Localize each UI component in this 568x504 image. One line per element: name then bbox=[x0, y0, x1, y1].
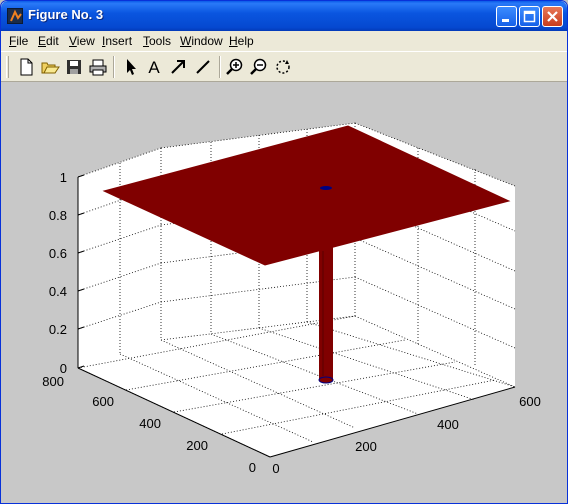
insert-arrow-icon bbox=[171, 60, 185, 74]
menu-view[interactable]: View bbox=[69, 34, 95, 48]
rotate-3d-icon bbox=[276, 60, 290, 74]
toolbar-separator bbox=[113, 56, 115, 78]
x-tick-label: 0 bbox=[272, 461, 279, 476]
insert-line-button[interactable] bbox=[193, 57, 213, 77]
insert-line-icon bbox=[196, 60, 210, 74]
y-tick-label: 600 bbox=[92, 394, 114, 409]
close-button[interactable] bbox=[542, 6, 563, 27]
maximize-button[interactable] bbox=[519, 6, 540, 27]
close-icon bbox=[547, 11, 558, 22]
figure-toolbar: A bbox=[1, 51, 567, 82]
maximize-icon bbox=[523, 10, 536, 23]
z-tick-label: 0.4 bbox=[49, 284, 67, 299]
z-tick-labels: 0 0.2 0.4 0.6 0.8 1 bbox=[49, 170, 67, 376]
zoom-out-icon bbox=[250, 58, 267, 75]
y-tick-label: 200 bbox=[186, 438, 208, 453]
menu-insert[interactable]: Insert bbox=[102, 34, 132, 48]
x-tick-label: 400 bbox=[437, 417, 459, 432]
rotate-3d-button[interactable] bbox=[273, 57, 293, 77]
open-folder-icon bbox=[41, 62, 60, 74]
toolbar-separator bbox=[219, 56, 221, 78]
menu-window[interactable]: Window bbox=[180, 34, 223, 48]
surface-well-bottom bbox=[318, 376, 334, 384]
save-button[interactable] bbox=[64, 57, 84, 77]
select-arrow-icon bbox=[127, 59, 136, 75]
title-bar[interactable]: Figure No. 3 bbox=[1, 1, 567, 31]
edit-plot-button[interactable] bbox=[121, 57, 141, 77]
figure-window: Figure No. 3 File Edit View Insert Tools… bbox=[0, 0, 568, 504]
z-tick-label: 0.8 bbox=[49, 208, 67, 223]
x-tick-label: 200 bbox=[355, 439, 377, 454]
y-tick-label: 800 bbox=[42, 374, 64, 389]
matlab-app-icon[interactable] bbox=[7, 8, 23, 24]
menu-help[interactable]: Help bbox=[229, 34, 254, 48]
svg-text:A: A bbox=[148, 58, 160, 77]
toolbar-grip[interactable] bbox=[6, 56, 9, 78]
minimize-button[interactable] bbox=[496, 6, 517, 27]
window-title: Figure No. 3 bbox=[28, 7, 104, 22]
menu-bar: File Edit View Insert Tools Window Help bbox=[1, 31, 567, 51]
x-tick-label: 600 bbox=[519, 394, 541, 409]
insert-text-button[interactable]: A bbox=[144, 57, 164, 77]
z-tick-label: 0.6 bbox=[49, 246, 67, 261]
zoom-out-button[interactable] bbox=[249, 57, 269, 77]
surface-well-column bbox=[319, 245, 333, 380]
zoom-in-button[interactable] bbox=[225, 57, 245, 77]
minimize-icon bbox=[502, 19, 509, 22]
new-figure-button[interactable] bbox=[16, 57, 36, 77]
y-tick-label: 0 bbox=[249, 460, 256, 475]
print-button[interactable] bbox=[88, 57, 108, 77]
surface-well-top bbox=[320, 186, 332, 190]
menu-tools[interactable]: Tools bbox=[143, 34, 171, 48]
insert-text-icon: A bbox=[148, 58, 160, 77]
zoom-in-icon bbox=[226, 58, 243, 75]
figure-canvas[interactable]: 0 0.2 0.4 0.6 0.8 1 0 200 400 600 800 0 … bbox=[1, 82, 567, 503]
insert-arrow-button[interactable] bbox=[168, 57, 188, 77]
z-tick-label: 1 bbox=[60, 170, 67, 185]
axes-3d[interactable]: 0 0.2 0.4 0.6 0.8 1 0 200 400 600 800 0 … bbox=[1, 82, 567, 503]
z-tick-label: 0.2 bbox=[49, 322, 67, 337]
save-icon bbox=[67, 60, 81, 74]
open-file-button[interactable] bbox=[40, 57, 60, 77]
menu-edit[interactable]: Edit bbox=[38, 34, 59, 48]
print-icon bbox=[89, 59, 107, 76]
new-file-icon bbox=[20, 58, 33, 76]
y-tick-label: 400 bbox=[139, 416, 161, 431]
menu-file[interactable]: File bbox=[9, 34, 28, 48]
